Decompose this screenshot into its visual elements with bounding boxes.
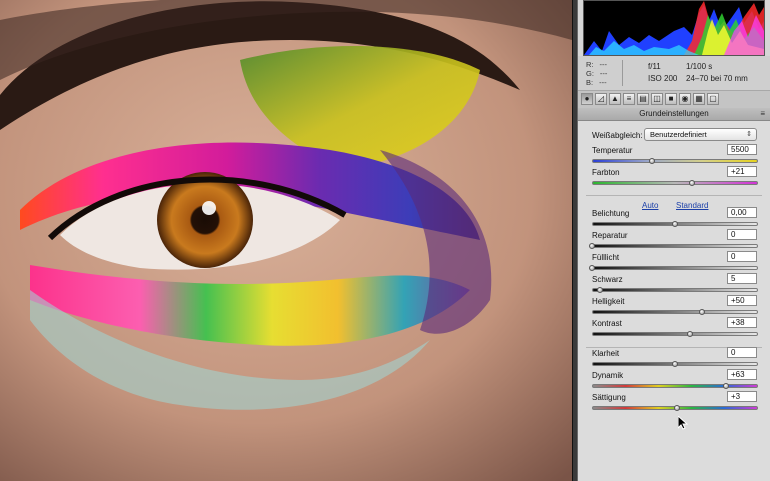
kontrast-slider-thumb[interactable] bbox=[686, 331, 693, 337]
g-value: --- bbox=[599, 69, 608, 78]
split-toning-tab[interactable]: ▤ bbox=[637, 93, 649, 105]
g-label: G: bbox=[586, 69, 594, 78]
image-preview[interactable] bbox=[0, 0, 572, 481]
presets-tab[interactable]: ▦ bbox=[693, 93, 705, 105]
r-label: R: bbox=[586, 60, 594, 69]
section-title: Grundeinstellungen bbox=[639, 109, 709, 118]
dynamik-value-field[interactable]: +63 bbox=[727, 369, 757, 380]
fuelllicht-slider-thumb[interactable] bbox=[589, 265, 595, 271]
farbton-value-field[interactable]: +21 bbox=[727, 166, 757, 177]
info-separator bbox=[622, 60, 623, 86]
g-readout: G: --- bbox=[586, 69, 607, 78]
temperatur-slider-track[interactable] bbox=[592, 159, 758, 163]
standard-link[interactable]: Standard bbox=[676, 201, 708, 210]
aperture-value: f/11 bbox=[648, 62, 661, 71]
exif-row-1: f/11 1/100 s bbox=[648, 62, 712, 71]
belichtung-slider-thumb[interactable] bbox=[672, 221, 678, 227]
schwarz-value-field[interactable]: 5 bbox=[727, 273, 757, 284]
kontrast-slider-track[interactable] bbox=[592, 332, 758, 336]
b-label: B: bbox=[586, 78, 594, 87]
camera-raw-panel: R: --- G: --- B: --- f/11 1/100 s ISO 200 24–… bbox=[578, 0, 770, 481]
klarheit-value-field[interactable]: 0 bbox=[727, 347, 757, 358]
klarheit-slider-thumb[interactable] bbox=[672, 361, 678, 367]
temperatur-label: Temperatur bbox=[592, 146, 633, 155]
helligkeit-slider-track[interactable] bbox=[592, 310, 758, 314]
select-arrows-icon: ⇕ bbox=[746, 131, 752, 138]
klarheit-label: Klarheit bbox=[592, 349, 620, 358]
helligkeit-value-field[interactable]: +50 bbox=[727, 295, 757, 306]
camera-raw-window: R: --- G: --- B: --- f/11 1/100 s ISO 200 24–… bbox=[0, 0, 770, 481]
schwarz-label: Schwarz bbox=[592, 275, 623, 284]
reparatur-slider-track[interactable] bbox=[592, 244, 758, 248]
reparatur-value-field[interactable]: 0 bbox=[727, 229, 757, 240]
belichtung-label: Belichtung bbox=[592, 209, 630, 218]
dynamik-slider-thumb[interactable] bbox=[723, 383, 730, 389]
panel-menu-icon[interactable]: ≡ bbox=[760, 108, 765, 120]
fuelllicht-label: Fülllicht bbox=[592, 253, 620, 262]
temperatur-value-field[interactable]: 5500 bbox=[727, 144, 757, 155]
kontrast-value-field[interactable]: +38 bbox=[727, 317, 757, 328]
white-balance-value: Benutzerdefiniert bbox=[650, 130, 707, 139]
dynamik-slider-track[interactable] bbox=[592, 384, 758, 388]
exif-row-2: ISO 200 24–70 bei 70 mm bbox=[648, 74, 748, 83]
belichtung-value-field[interactable]: 0,00 bbox=[727, 207, 757, 218]
hsl-tab[interactable]: ≡ bbox=[623, 93, 635, 105]
saettigung-slider-thumb[interactable] bbox=[673, 405, 680, 411]
saettigung-label: Sättigung bbox=[592, 393, 626, 402]
kontrast-label: Kontrast bbox=[592, 319, 622, 328]
panel-tab-bar: ● ◿ ▲ ≡ ▤ ◫ ■ ◉ ▦ ▢ bbox=[578, 91, 770, 109]
dynamik-label: Dynamik bbox=[592, 371, 624, 380]
camera-calibration-tab[interactable]: ◉ bbox=[679, 93, 691, 105]
detail-tab[interactable]: ▲ bbox=[609, 93, 621, 105]
lens-tab[interactable]: ◫ bbox=[651, 93, 663, 105]
temperatur-slider-thumb[interactable] bbox=[648, 158, 655, 164]
r-readout: R: --- bbox=[586, 60, 607, 69]
b-value: --- bbox=[599, 78, 607, 87]
auto-link[interactable]: Auto bbox=[642, 201, 658, 210]
helligkeit-slider-thumb[interactable] bbox=[698, 309, 705, 315]
shutter-value: 1/100 s bbox=[686, 62, 713, 71]
farbton-slider-track[interactable] bbox=[592, 181, 758, 185]
eye-makeup-photo bbox=[0, 0, 572, 481]
basic-settings: Weißabgleich: Benutzerdefiniert ⇕ Auto S… bbox=[578, 121, 770, 481]
mouse-cursor-icon bbox=[678, 416, 688, 430]
schwarz-slider-thumb[interactable] bbox=[597, 287, 604, 293]
section-header: Grundeinstellungen ≡ bbox=[578, 108, 770, 121]
white-balance-select[interactable]: Benutzerdefiniert ⇕ bbox=[644, 128, 757, 141]
iso-value: ISO 200 bbox=[648, 74, 678, 83]
histogram-graph bbox=[584, 1, 764, 55]
fx-tab[interactable]: ■ bbox=[665, 93, 677, 105]
saettigung-value-field[interactable]: +3 bbox=[727, 391, 757, 402]
snapshots-tab[interactable]: ▢ bbox=[707, 93, 719, 105]
white-balance-label: Weißabgleich: bbox=[592, 131, 643, 140]
farbton-slider-thumb[interactable] bbox=[688, 180, 695, 186]
reparatur-slider-thumb[interactable] bbox=[589, 243, 595, 249]
reparatur-label: Reparatur bbox=[592, 231, 628, 240]
basic-tab[interactable]: ● bbox=[581, 93, 593, 105]
schwarz-slider-track[interactable] bbox=[592, 288, 758, 292]
b-readout: B: --- bbox=[586, 78, 607, 87]
farbton-label: Farbton bbox=[592, 168, 620, 177]
fuelllicht-slider-track[interactable] bbox=[592, 266, 758, 270]
helligkeit-label: Helligkeit bbox=[592, 297, 625, 306]
r-value: --- bbox=[599, 60, 608, 69]
histogram bbox=[583, 0, 765, 56]
image-info: R: --- G: --- B: --- f/11 1/100 s ISO 200 24–… bbox=[578, 56, 770, 91]
curve-tab[interactable]: ◿ bbox=[595, 93, 607, 105]
fuelllicht-value-field[interactable]: 0 bbox=[727, 251, 757, 262]
separator-1 bbox=[586, 195, 762, 196]
lens-value: 24–70 bei 70 mm bbox=[686, 74, 748, 83]
